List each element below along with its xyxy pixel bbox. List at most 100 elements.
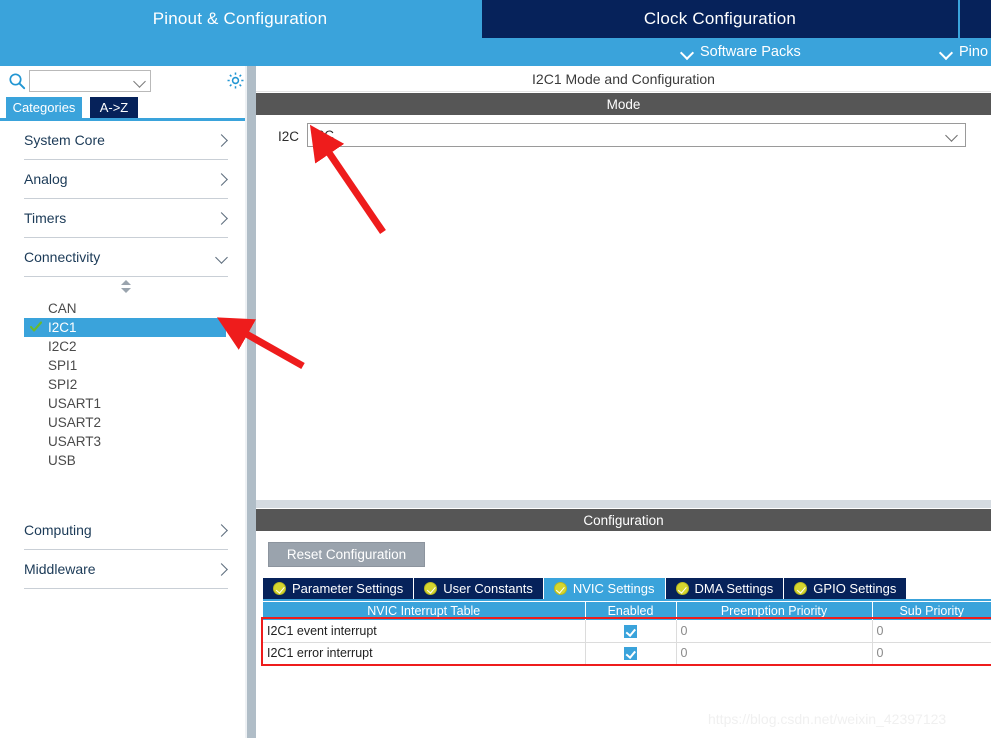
configuration-section-header-label: Configuration (583, 512, 664, 528)
tab-clock-configuration[interactable]: Clock Configuration (482, 0, 958, 38)
mode-section-header-label: Mode (606, 96, 641, 112)
tab-categories[interactable]: Categories (6, 97, 82, 118)
sidebar-item-system-core-label: System Core (24, 132, 105, 148)
tab-clock-configuration-label: Clock Configuration (643, 9, 797, 28)
search-input[interactable] (29, 70, 151, 92)
peripheral-item-usart1-label: USART1 (48, 396, 102, 411)
peripheral-list-spacer (0, 470, 246, 511)
peripheral-item-can[interactable]: CAN (0, 299, 246, 318)
tab-parameter-settings[interactable]: Parameter Settings (263, 578, 415, 599)
column-header-preemption-priority[interactable]: Preemption Priority (676, 602, 873, 620)
tab-nvic-settings[interactable]: NVIC Settings (543, 578, 666, 599)
nvic-interrupt-table: NVIC Interrupt Table Enabled Preemption … (263, 602, 991, 665)
sidebar-item-system-core[interactable]: System Core (24, 121, 228, 160)
peripheral-item-usart3-label: USART3 (48, 434, 102, 449)
tab-nvic-settings-label: NVIC Settings (572, 581, 655, 596)
chevron-right-icon (215, 212, 228, 225)
search-icon[interactable] (8, 72, 26, 90)
sidebar-item-connectivity[interactable]: Connectivity (24, 238, 228, 277)
sidebar-item-analog[interactable]: Analog (24, 160, 228, 199)
reset-configuration-button[interactable]: Reset Configuration (268, 542, 425, 567)
chevron-right-icon (215, 563, 228, 576)
peripheral-item-i2c1[interactable]: I2C1 (24, 318, 226, 337)
reset-configuration-label: Reset Configuration (286, 547, 407, 562)
preemption-priority-cell[interactable]: 0 (676, 620, 873, 643)
sidebar-item-middleware[interactable]: Middleware (24, 550, 228, 589)
peripheral-item-i2c1-label: I2C1 (48, 320, 77, 335)
peripheral-item-usart3[interactable]: USART3 (0, 432, 246, 451)
sub-priority-cell[interactable]: 0 (872, 620, 991, 643)
page-title-label: I2C1 Mode and Configuration (532, 70, 715, 87)
tab-a-to-z[interactable]: A->Z (90, 97, 138, 118)
check-badge-icon (675, 582, 689, 595)
peripheral-item-spi1-label: SPI1 (48, 358, 78, 373)
column-header-interrupt-table[interactable]: NVIC Interrupt Table (263, 602, 586, 620)
peripheral-item-usart2[interactable]: USART2 (0, 413, 246, 432)
tab-a-to-z-label: A->Z (99, 100, 129, 115)
peripheral-item-spi2[interactable]: SPI2 (0, 375, 246, 394)
checkbox-enabled[interactable] (623, 624, 637, 638)
sidebar: Categories A->Z System Core Analog Timer… (0, 66, 246, 738)
sidebar-item-computing-label: Computing (24, 522, 92, 538)
peripheral-item-usart2-label: USART2 (48, 415, 102, 430)
check-badge-icon (273, 582, 286, 595)
column-header-sub-priority[interactable]: Sub Priority (872, 602, 991, 620)
check-badge-icon (424, 582, 438, 595)
app-window: Pinout & Configuration Clock Configurati… (0, 0, 991, 738)
table-row[interactable]: I2C1 error interrupt 0 0 (263, 642, 991, 665)
peripheral-scroll-spinner[interactable] (0, 277, 246, 299)
software-packs-label: Software Packs (700, 44, 801, 60)
chevron-down-icon[interactable] (133, 75, 146, 88)
page-title: I2C1 Mode and Configuration (256, 66, 991, 92)
peripheral-item-spi2-label: SPI2 (48, 377, 78, 392)
chevron-down-icon[interactable] (945, 129, 958, 142)
panel-splitter[interactable] (245, 66, 256, 738)
tab-user-constants[interactable]: User Constants (414, 578, 544, 599)
sub-priority-cell[interactable]: 0 (872, 642, 991, 665)
peripheral-item-can-label: CAN (48, 301, 77, 316)
spinner-up-down-icon[interactable] (119, 280, 133, 294)
chevron-down-icon (215, 251, 228, 264)
chevron-down-icon (681, 46, 694, 59)
gear-icon[interactable] (226, 71, 245, 90)
preemption-priority-cell[interactable]: 0 (676, 642, 873, 665)
mode-select-value: I2C (313, 128, 335, 143)
peripheral-item-i2c2[interactable]: I2C2 (0, 337, 246, 356)
interrupt-name-cell: I2C1 error interrupt (263, 642, 586, 665)
sidebar-item-timers[interactable]: Timers (24, 199, 228, 238)
peripheral-item-usb[interactable]: USB (0, 451, 246, 470)
tab-overflow[interactable] (960, 0, 991, 38)
enabled-cell[interactable] (585, 642, 677, 665)
sidebar-item-timers-label: Timers (24, 210, 67, 226)
pinout-menu[interactable]: Pino (940, 38, 988, 66)
top-sub-bar: Software Packs Pino (0, 38, 991, 66)
chevron-down-icon (940, 46, 953, 59)
tab-user-constants-label: User Constants (443, 581, 533, 596)
check-badge-icon (794, 582, 808, 595)
watermark-text: https://blog.csdn.net/weixin_42397123 (708, 711, 947, 727)
sidebar-item-middleware-label: Middleware (24, 561, 96, 577)
tab-pinout-configuration[interactable]: Pinout & Configuration (0, 0, 480, 38)
peripheral-item-spi1[interactable]: SPI1 (0, 356, 246, 375)
sidebar-search-row (0, 66, 246, 96)
tab-parameter-settings-label: Parameter Settings (292, 581, 404, 596)
tab-dma-settings[interactable]: DMA Settings (665, 578, 785, 599)
tab-dma-settings-label: DMA Settings (694, 581, 774, 596)
mode-section-scrollbar[interactable] (256, 500, 991, 508)
tab-gpio-settings[interactable]: GPIO Settings (784, 578, 907, 599)
mode-select[interactable]: I2C (307, 123, 966, 147)
main-panel: I2C1 Mode and Configuration Mode I2C I2C… (256, 66, 991, 738)
tab-categories-label: Categories (12, 100, 76, 115)
checkbox-enabled[interactable] (623, 647, 637, 661)
peripheral-item-i2c2-label: I2C2 (48, 339, 77, 354)
enabled-cell[interactable] (585, 620, 677, 643)
table-row[interactable]: I2C1 event interrupt 0 0 (263, 620, 991, 643)
column-header-enabled[interactable]: Enabled (585, 602, 677, 620)
sidebar-item-computing[interactable]: Computing (24, 511, 228, 550)
peripheral-item-usart1[interactable]: USART1 (0, 394, 246, 413)
chevron-right-icon (215, 524, 228, 537)
software-packs-menu[interactable]: Software Packs (681, 38, 801, 66)
mode-section-header: Mode (256, 93, 991, 115)
pinout-menu-label: Pino (959, 44, 989, 60)
sidebar-view-tabs: Categories A->Z (0, 97, 246, 118)
